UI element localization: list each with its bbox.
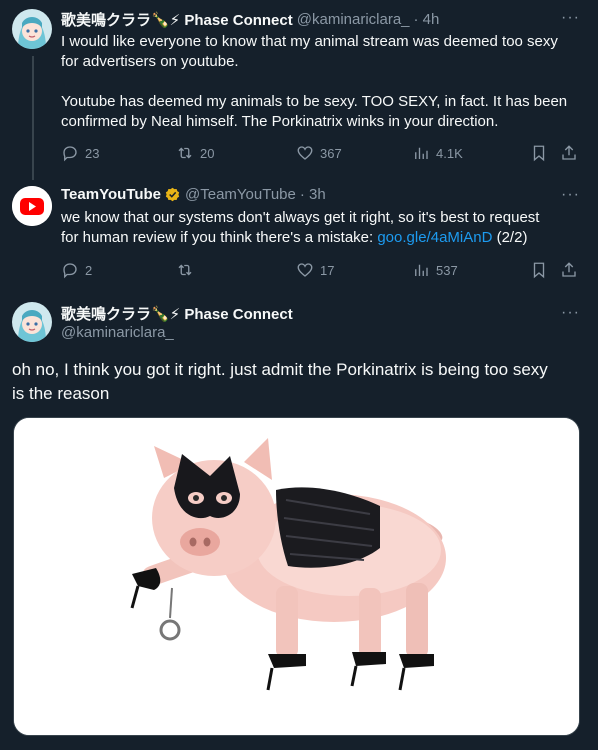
- tweet-text-suffix: (2/2): [496, 229, 528, 246]
- reply-count: 2: [85, 262, 93, 278]
- retweet-icon: [178, 264, 192, 276]
- thread-line: [32, 56, 34, 180]
- tweet-text-line: Youtube has deemed my animals to be sexy…: [61, 93, 568, 110]
- like-button[interactable]: 367: [296, 144, 342, 162]
- tweet-text-line: for human review if you think there's a …: [61, 229, 374, 246]
- tweet-text: I would like everyone to know that my an…: [61, 32, 586, 132]
- like-button[interactable]: 17: [296, 261, 334, 279]
- tweet-text-line: for advertisers on youtube.: [61, 53, 239, 70]
- share-icon: [562, 262, 576, 277]
- pig-in-mask-image: [14, 418, 579, 735]
- bookmark-icon: [533, 262, 545, 279]
- tweet-text-line: oh no, I think you got it right. just ad…: [12, 360, 548, 379]
- tweet-text: oh no, I think you got it right. just ad…: [12, 358, 588, 406]
- more-icon[interactable]: ···: [561, 186, 580, 204]
- tweet-image[interactable]: [13, 417, 580, 736]
- views-button[interactable]: 4.1K: [412, 144, 463, 162]
- tweet-text: we know that our systems don't always ge…: [61, 208, 586, 248]
- views-count: 4.1K: [436, 145, 463, 161]
- tweet-header: TeamYouTube @TeamYouTube · 3h: [61, 186, 326, 203]
- views-count: 537: [436, 262, 458, 278]
- views-icon: [415, 264, 428, 276]
- heart-icon: [297, 146, 313, 160]
- more-icon[interactable]: ···: [561, 304, 580, 322]
- like-count: 17: [320, 262, 335, 278]
- reply-icon: [63, 146, 77, 162]
- more-icon[interactable]: ···: [561, 9, 580, 27]
- timestamp[interactable]: · 3h: [300, 186, 326, 203]
- retweet-count: 20: [200, 145, 215, 161]
- heart-icon: [297, 263, 313, 277]
- avatar[interactable]: [12, 9, 52, 49]
- reply-button[interactable]: 23: [61, 144, 99, 162]
- reply-icon: [63, 263, 77, 279]
- tweet-text-line: is the reason: [12, 384, 110, 403]
- retweet-button[interactable]: [176, 261, 200, 279]
- user-handle[interactable]: @TeamYouTube: [185, 186, 296, 203]
- share-button[interactable]: [560, 261, 584, 279]
- bookmark-button[interactable]: [530, 261, 554, 279]
- user-handle[interactable]: @kaminariclara_: [297, 11, 410, 28]
- timestamp[interactable]: · 4h: [414, 11, 440, 28]
- tweet-text-line: confirmed by Neal himself. The Porkinatr…: [61, 113, 499, 130]
- avatar[interactable]: [12, 302, 52, 342]
- avatar[interactable]: [12, 186, 52, 226]
- like-count: 367: [320, 145, 342, 161]
- tweet-text-line: I would like everyone to know that my an…: [61, 33, 558, 50]
- tweet-link[interactable]: goo.gle/4aMiAnD: [377, 229, 492, 246]
- verified-badge-icon: [164, 186, 181, 203]
- share-icon: [562, 145, 576, 160]
- bookmark-button[interactable]: [530, 144, 554, 162]
- tweet-header: 歌美鳴クララ🍾⚡ Phase Connect @kaminariclara_ ·…: [61, 9, 439, 30]
- views-button[interactable]: 537: [412, 261, 458, 279]
- user-handle[interactable]: @kaminariclara_: [61, 324, 174, 341]
- display-name[interactable]: TeamYouTube: [61, 186, 161, 203]
- reply-count: 23: [85, 145, 100, 161]
- bookmark-icon: [533, 145, 545, 162]
- youtube-logo-icon: [12, 186, 52, 226]
- tweet-text-line: we know that our systems don't always ge…: [61, 209, 540, 226]
- retweet-icon: [178, 147, 192, 159]
- display-name[interactable]: 歌美鳴クララ🍾⚡ Phase Connect: [61, 303, 293, 324]
- retweet-button[interactable]: 20: [176, 144, 214, 162]
- share-button[interactable]: [560, 144, 584, 162]
- reply-button[interactable]: 2: [61, 261, 92, 279]
- views-icon: [415, 147, 428, 159]
- display-name[interactable]: 歌美鳴クララ🍾⚡ Phase Connect: [61, 9, 293, 30]
